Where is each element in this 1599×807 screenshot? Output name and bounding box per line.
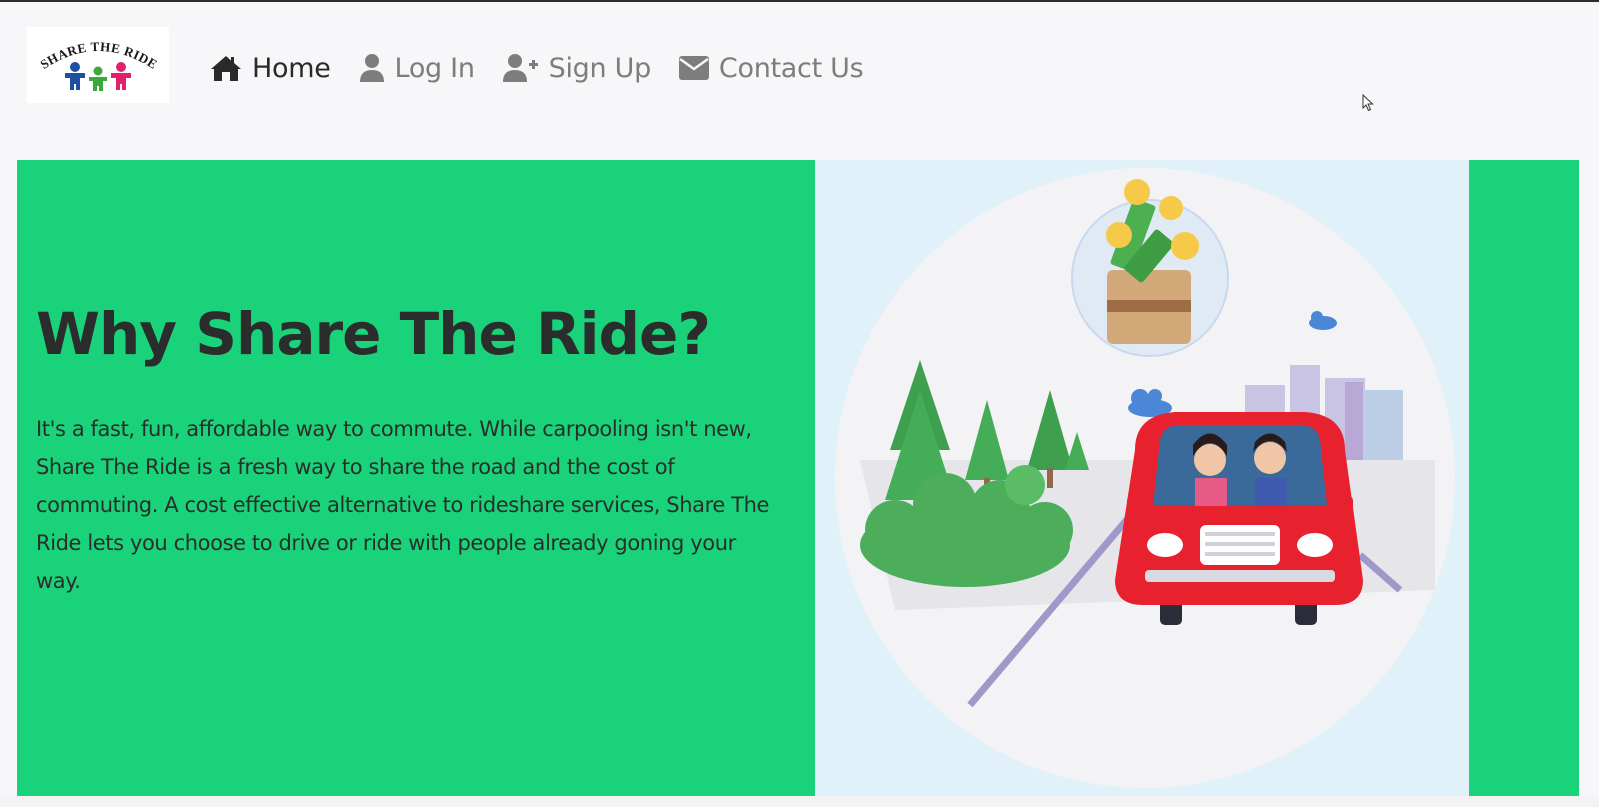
nav-signup-label: Sign Up	[548, 52, 652, 84]
nav-contact-label: Contact Us	[718, 52, 864, 84]
nav-home[interactable]: Home	[210, 53, 331, 84]
hero-title: Why Share The Ride?	[36, 300, 711, 368]
nav-contact[interactable]: Contact Us	[678, 52, 864, 84]
nav-home-label: Home	[252, 52, 331, 84]
share-the-ride-people-logo: SHARE THE RIDE	[37, 39, 160, 91]
nav-login[interactable]: Log In	[359, 53, 475, 84]
car-icon	[1115, 412, 1363, 625]
user-plus-icon	[502, 53, 539, 83]
user-icon	[359, 53, 385, 83]
carpool-illustration	[815, 160, 1469, 796]
home-icon	[210, 54, 242, 82]
navbar: SHARE THE RIDE Home Log In Sign Up Conta…	[0, 2, 1599, 132]
hero-description: It's a fast, fun, affordable way to comm…	[36, 417, 770, 593]
nav-signup[interactable]: Sign Up	[502, 52, 652, 84]
envelope-icon	[678, 56, 709, 80]
hero-text: Why Share The Ride? It's a fast, fun, af…	[36, 160, 796, 796]
site-logo[interactable]: SHARE THE RIDE	[27, 27, 169, 103]
nav-login-label: Log In	[394, 52, 475, 84]
hero-section: Why Share The Ride? It's a fast, fun, af…	[17, 160, 1579, 796]
page-bottom-strip	[0, 796, 1599, 807]
mouse-cursor-icon	[1362, 94, 1374, 112]
main-nav: Home Log In Sign Up Contact Us	[210, 46, 891, 90]
